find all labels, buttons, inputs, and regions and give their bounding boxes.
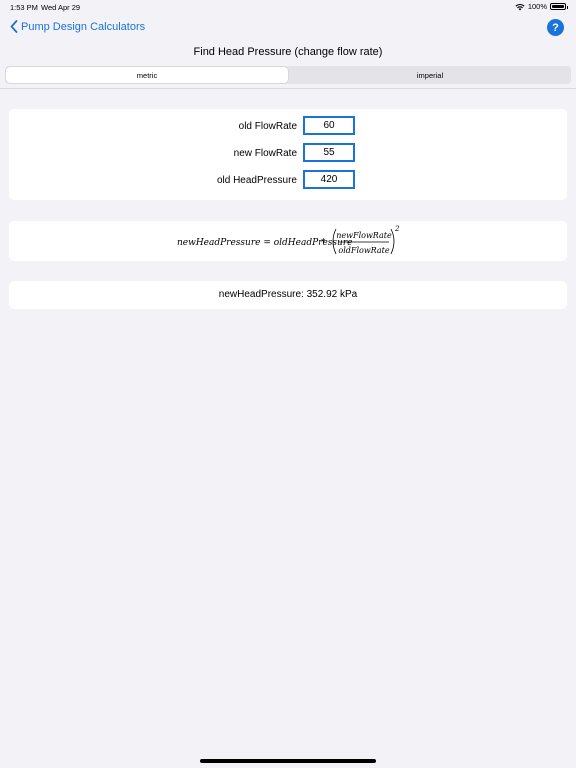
- page-title: Find Head Pressure (change flow rate): [193, 46, 383, 58]
- status-date: Wed Apr 29: [41, 3, 81, 12]
- old-headpressure-label: old HeadPressure: [216, 175, 297, 186]
- result-text: newHeadPressure: 352.92 kPa: [9, 289, 567, 300]
- formula-operator: *: [321, 238, 326, 248]
- new-flowrate-input[interactable]: 55: [303, 143, 355, 162]
- formula-exponent: 2: [394, 225, 400, 233]
- status-right: 100%: [515, 2, 568, 11]
- segment-imperial-label: imperial: [416, 70, 444, 80]
- wifi-icon: [515, 3, 525, 10]
- result-label: newHeadPressure:: [218, 289, 304, 300]
- home-indicator: [200, 759, 376, 763]
- input-row-old-headpressure: old HeadPressure 420: [9, 170, 567, 191]
- battery-percent: 100%: [527, 2, 547, 11]
- result-card: newHeadPressure: 352.92 kPa: [9, 281, 567, 309]
- status-bar: 1:53 PM Wed Apr 29 100%: [0, 0, 576, 14]
- old-flowrate-input[interactable]: 60: [303, 116, 355, 135]
- segment-metric[interactable]: metric: [6, 67, 288, 83]
- unit-segmented-control: metric imperial: [5, 66, 571, 84]
- help-icon: ?: [552, 21, 559, 34]
- input-row-new-flowrate: new FlowRate 55: [9, 143, 567, 164]
- segment-metric-label: metric: [136, 70, 158, 80]
- help-button[interactable]: ?: [547, 19, 564, 36]
- formula: newHeadPressure = oldHeadPressure * newF…: [177, 225, 400, 255]
- back-button-label: Pump Design Calculators: [21, 20, 146, 33]
- status-time: 1:53 PM: [10, 3, 38, 12]
- back-button[interactable]: Pump Design Calculators: [10, 20, 145, 33]
- header-divider: [0, 88, 576, 89]
- chevron-left-icon: [10, 20, 18, 33]
- navigation-bar: Pump Design Calculators ?: [0, 14, 576, 44]
- old-headpressure-input[interactable]: 420: [303, 170, 355, 189]
- result-value: 352.92 kPa: [306, 289, 358, 300]
- segment-imperial[interactable]: imperial: [289, 66, 571, 84]
- formula-denominator: oldFlowRate: [338, 246, 389, 255]
- battery-icon: [550, 3, 568, 10]
- new-flowrate-label: new FlowRate: [233, 148, 297, 159]
- formula-numerator: newFlowRate: [336, 231, 392, 240]
- old-flowrate-label: old FlowRate: [238, 121, 297, 132]
- formula-lhs: newHeadPressure = oldHeadPressure: [177, 238, 352, 248]
- formula-card: newHeadPressure = oldHeadPressure * newF…: [9, 221, 567, 261]
- inputs-card: old FlowRate 60 new FlowRate 55 old Head…: [9, 109, 567, 200]
- input-row-old-flowrate: old FlowRate 60: [9, 116, 567, 137]
